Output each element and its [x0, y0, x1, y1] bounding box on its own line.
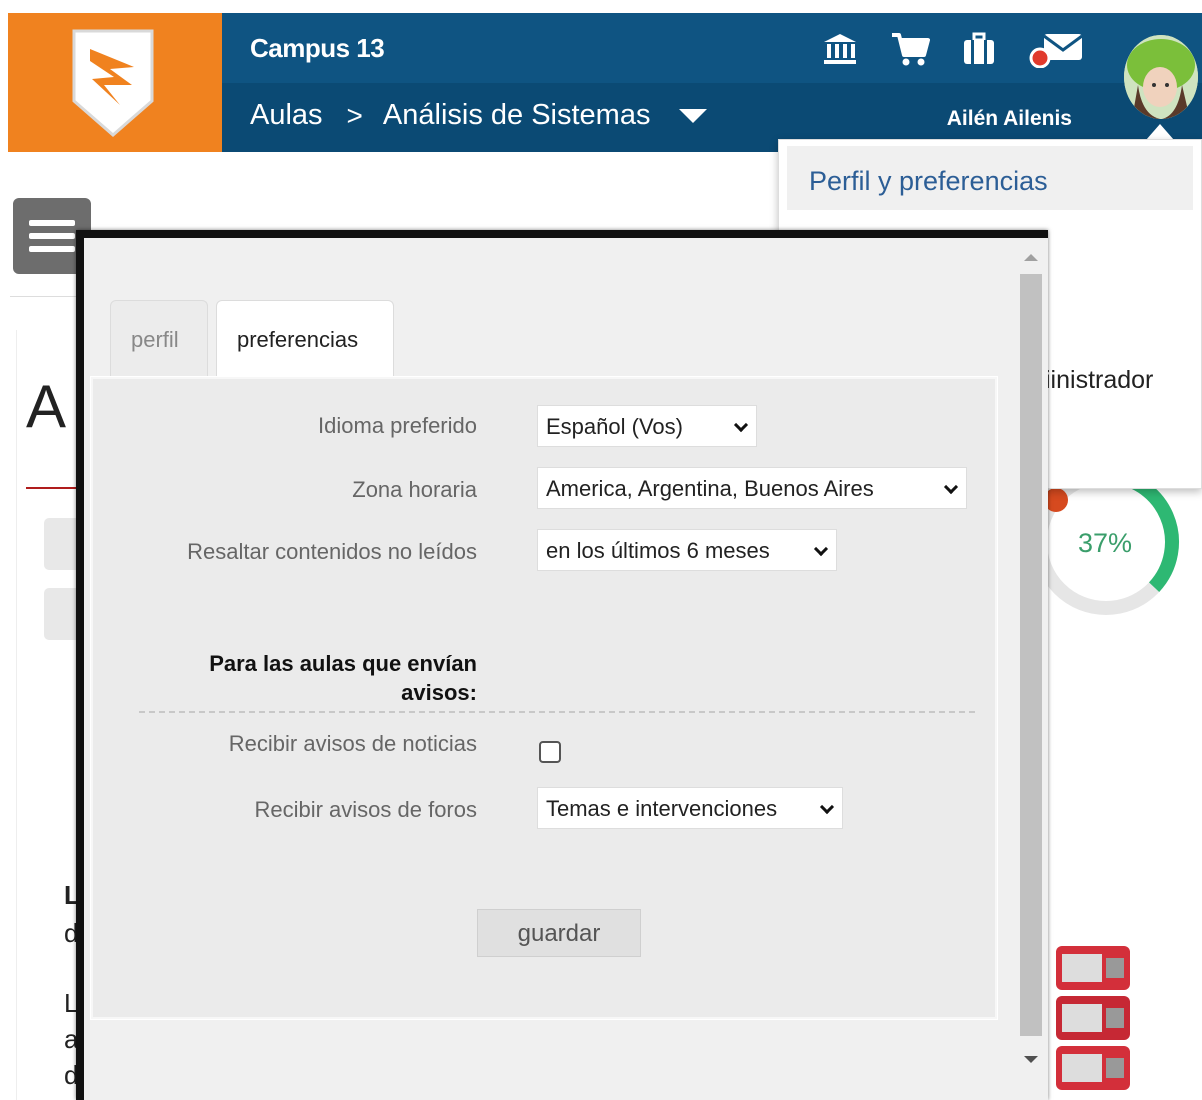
forum-notices-select-value: Temas e intervenciones: [546, 796, 778, 821]
language-label: Idioma preferido: [318, 413, 477, 438]
header-icons: [822, 29, 1084, 69]
chevron-down-icon: [813, 541, 829, 557]
breadcrumb: Aulas > Análisis de Sistemas: [250, 99, 708, 132]
chevron-down-icon: [819, 799, 835, 815]
campus-logo-icon: [72, 29, 154, 137]
notices-heading: Para las aulas que envían avisos:: [209, 651, 477, 705]
tab-profile[interactable]: perfil: [110, 300, 208, 376]
breadcrumb-root[interactable]: Aulas: [250, 99, 323, 132]
highlight-select[interactable]: en los últimos 6 meses: [537, 529, 837, 571]
highlight-select-value: en los últimos 6 meses: [546, 538, 770, 563]
language-select-value: Español (Vos): [546, 414, 683, 439]
avatar-photo-icon: [1124, 35, 1198, 119]
section-divider: [139, 711, 975, 713]
news-notices-label: Recibir avisos de noticias: [228, 731, 477, 756]
header-top-bar: Campus 13: [222, 13, 1202, 83]
caret-down-icon[interactable]: [678, 108, 708, 124]
chevron-down-icon: [733, 417, 749, 433]
binders-image-icon: [1056, 946, 1130, 1090]
progress-percent: 37%: [1078, 528, 1133, 558]
breadcrumb-separator: >: [346, 99, 363, 131]
highlight-label: Resaltar contenidos no leídos: [187, 539, 477, 564]
logo-area[interactable]: [8, 13, 222, 152]
cart-icon[interactable]: [890, 31, 930, 67]
site-title[interactable]: Campus 13: [250, 33, 385, 64]
background-heading-fragment: A: [26, 373, 67, 440]
user-name[interactable]: Ailén Ailenis: [947, 107, 1072, 131]
menu-item-profile-preferences[interactable]: Perfil y preferencias: [787, 146, 1193, 210]
modal-content: perfil preferencias Idioma preferido Esp…: [84, 238, 1012, 1100]
forum-notices-label: Recibir avisos de foros: [254, 797, 477, 822]
forum-notices-select[interactable]: Temas e intervenciones: [537, 787, 843, 829]
modal-scrollbar[interactable]: [1012, 238, 1048, 1100]
timezone-select[interactable]: America, Argentina, Buenos Aires: [537, 467, 967, 509]
preferences-panel: Idioma preferido Español (Vos) Zona hora…: [90, 376, 998, 1020]
scrollbar-thumb[interactable]: [1020, 274, 1042, 1036]
news-notices-checkbox[interactable]: [539, 741, 561, 763]
scroll-down-arrow-icon[interactable]: [1024, 1056, 1038, 1063]
timezone-select-value: America, Argentina, Buenos Aires: [546, 476, 874, 501]
mail-notification-icon[interactable]: [1028, 30, 1084, 68]
bank-icon[interactable]: [822, 32, 858, 66]
breadcrumb-current[interactable]: Análisis de Sistemas: [383, 99, 651, 132]
save-button[interactable]: guardar: [477, 909, 641, 957]
language-select[interactable]: Español (Vos): [537, 405, 757, 447]
dropdown-pointer: [1146, 124, 1174, 140]
scroll-up-arrow-icon[interactable]: [1024, 254, 1038, 261]
preferences-modal: perfil preferencias Idioma preferido Esp…: [76, 230, 1048, 1100]
avatar[interactable]: [1124, 35, 1198, 119]
tab-preferences[interactable]: preferencias: [216, 300, 394, 376]
app-header: Campus 13 Aulas > Análisis de Sistemas A…: [8, 13, 1202, 152]
chevron-down-icon: [943, 479, 959, 495]
briefcase-icon[interactable]: [962, 32, 996, 66]
timezone-label: Zona horaria: [352, 477, 477, 502]
menu-item-administrator[interactable]: iinistrador: [1045, 366, 1153, 395]
